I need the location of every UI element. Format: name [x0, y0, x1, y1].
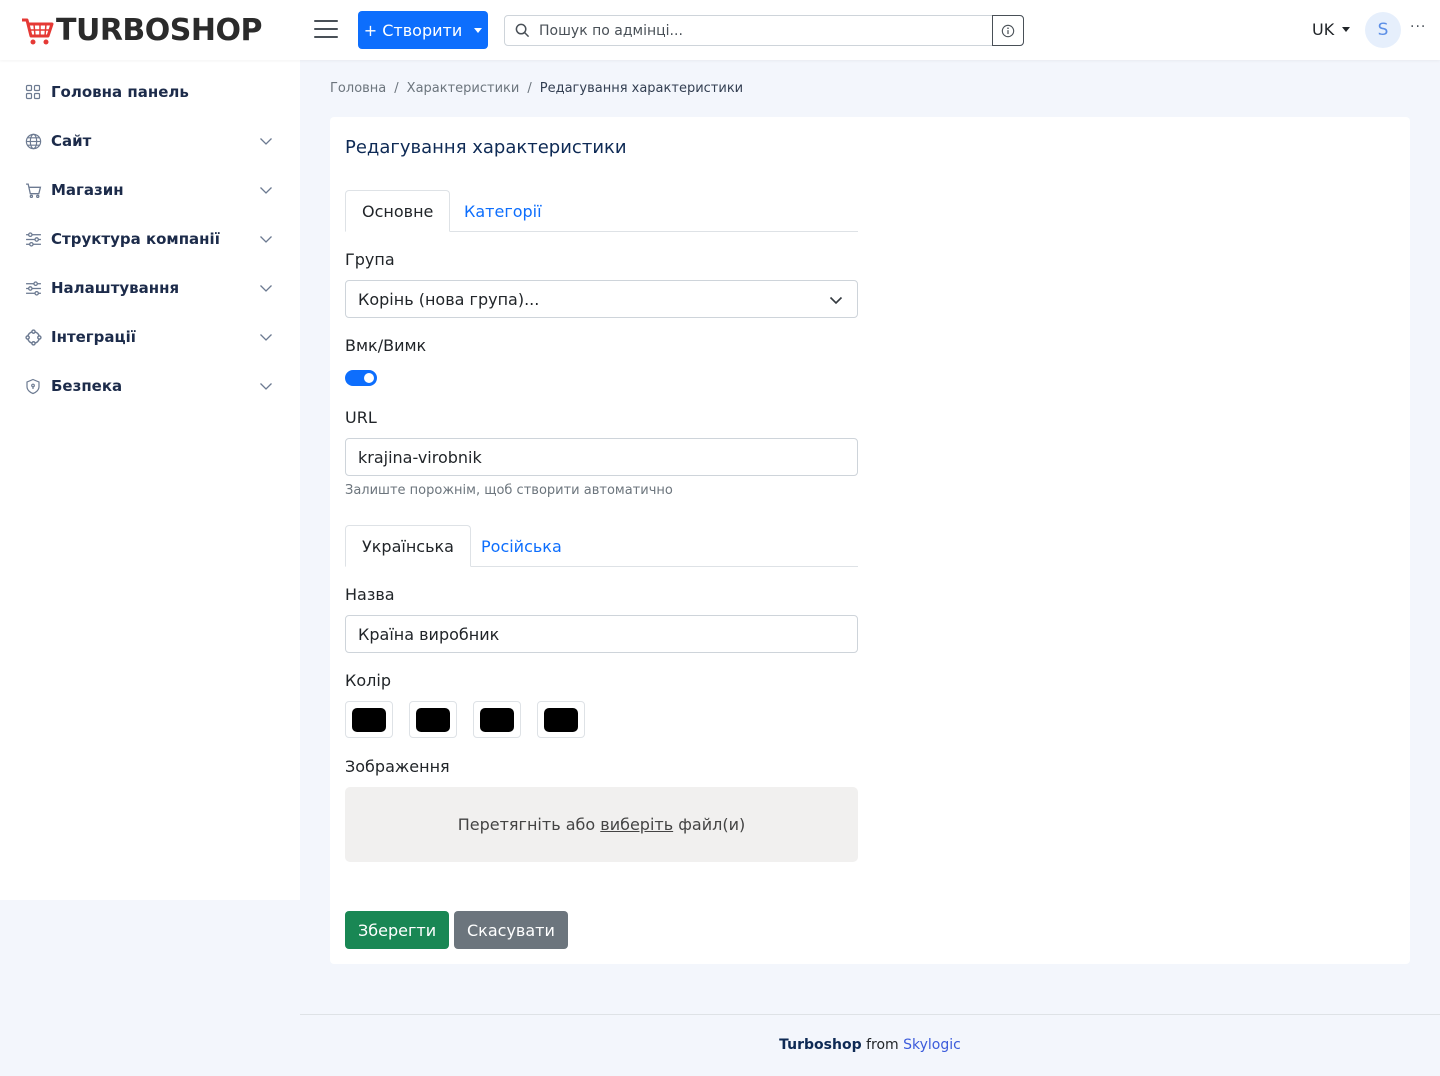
sidebar-item-settings[interactable]: Налаштування: [0, 268, 300, 308]
tab-categories[interactable]: Категорії: [448, 190, 558, 232]
url-label: URL: [345, 408, 377, 427]
sidebar-item-label: Магазин: [51, 181, 124, 199]
name-input-value: Країна виробник: [358, 624, 500, 644]
footer-divider: [300, 1014, 1440, 1015]
page-title: Редагування характеристики: [345, 137, 627, 158]
chevron-down-icon: [260, 236, 272, 243]
language-dropdown[interactable]: UK: [1312, 20, 1351, 39]
sidebar-item-dashboard[interactable]: Головна панель: [0, 72, 300, 112]
sidebar-item-label: Головна панель: [51, 83, 189, 101]
footer-from: from: [861, 1037, 904, 1053]
language-label: UK: [1312, 20, 1335, 39]
sidebar-item-site[interactable]: Сайт: [0, 121, 300, 161]
info-button[interactable]: [992, 15, 1024, 46]
create-button-label: + Створити: [363, 20, 463, 40]
chevron-down-icon: [260, 285, 272, 292]
breadcrumb-link-characteristics[interactable]: Характеристики: [407, 81, 520, 96]
sidebar: Головна панель Сайт Магазин Структура ко…: [0, 60, 300, 900]
cart-icon: [24, 181, 42, 199]
sidebar-item-integrations[interactable]: Інтеграції: [0, 317, 300, 357]
dropzone-browse-link[interactable]: виберіть: [600, 815, 673, 834]
search-box: [504, 15, 1024, 46]
chevron-down-icon: [260, 334, 272, 341]
tab-main[interactable]: Основне: [345, 190, 451, 232]
top-header: TURBOSHOP + Створити UK S ···: [0, 0, 1440, 60]
search-icon: [505, 16, 539, 45]
avatar[interactable]: S: [1365, 12, 1401, 48]
chevron-down-icon: [260, 187, 272, 194]
sliders-icon: [24, 279, 42, 297]
create-button[interactable]: + Створити: [358, 11, 488, 49]
caret-down-icon: [474, 27, 483, 33]
color-label: Колір: [345, 671, 391, 690]
cancel-button[interactable]: Скасувати: [454, 911, 568, 949]
search-input[interactable]: [539, 16, 992, 45]
info-icon: [1001, 24, 1015, 37]
group-select[interactable]: Корінь (нова група)...: [345, 280, 858, 318]
language-tabs: Українська Російська: [345, 525, 858, 567]
dropzone-text-after: файл(и): [678, 815, 746, 834]
sidebar-item-label: Структура компанії: [51, 230, 220, 248]
footer: Turboshop from Skylogic: [300, 1037, 1440, 1053]
more-icon[interactable]: ···: [1410, 19, 1426, 35]
group-label: Група: [345, 250, 395, 269]
tab-russian[interactable]: Російська: [465, 525, 578, 567]
logo-text: TURBOSHOP: [56, 13, 263, 48]
caret-down-icon: [1342, 27, 1351, 32]
breadcrumb-current: Редагування характеристики: [539, 81, 744, 96]
url-hint: Залиште порожнім, щоб створити автоматич…: [345, 483, 673, 498]
toggle-label: Вмк/Вимк: [345, 336, 427, 355]
url-input-value: krajina-virobnik: [358, 447, 482, 467]
sidebar-item-label: Інтеграції: [51, 328, 136, 346]
color-swatch: [416, 707, 450, 732]
chevron-down-icon: [829, 296, 843, 305]
sidebar-item-shop[interactable]: Магазин: [0, 170, 300, 210]
color-swatch: [352, 707, 386, 732]
globe-icon: [24, 132, 42, 150]
url-input[interactable]: krajina-virobnik: [345, 438, 858, 476]
integrations-icon: [24, 328, 42, 346]
color-swatch: [544, 707, 578, 732]
color-picker-4[interactable]: [537, 701, 585, 738]
breadcrumb-link-home[interactable]: Головна: [330, 81, 386, 96]
color-picker-2[interactable]: [409, 701, 457, 738]
cart-logo-icon: [22, 18, 54, 45]
color-swatch: [480, 707, 514, 732]
name-input[interactable]: Країна виробник: [345, 615, 858, 653]
name-label: Назва: [345, 585, 395, 604]
image-label: Зображення: [345, 757, 450, 776]
file-dropzone[interactable]: Перетягніть або виберіть файл(и): [345, 787, 858, 862]
shield-icon: [24, 377, 42, 395]
footer-company-link[interactable]: Skylogic: [903, 1037, 961, 1053]
save-button[interactable]: Зберегти: [345, 911, 450, 949]
edit-card: Редагування характеристики Основне Катег…: [330, 117, 1410, 964]
sidebar-item-company-structure[interactable]: Структура компанії: [0, 219, 300, 259]
logo[interactable]: TURBOSHOP: [20, 13, 263, 48]
group-select-value: Корінь (нова група)...: [358, 289, 540, 309]
breadcrumb-separator: /: [527, 81, 532, 96]
breadcrumb: Головна / Характеристики / Редагування х…: [330, 81, 743, 96]
color-picker-3[interactable]: [473, 701, 521, 738]
breadcrumb-separator: /: [394, 81, 399, 96]
tab-ukrainian[interactable]: Українська: [345, 525, 471, 567]
sidebar-item-security[interactable]: Безпека: [0, 366, 300, 406]
sidebar-item-label: Налаштування: [51, 279, 180, 297]
sidebar-item-label: Сайт: [51, 132, 92, 150]
enabled-toggle[interactable]: [345, 370, 377, 386]
sidebar-item-label: Безпека: [51, 377, 123, 395]
main-tabs: Основне Категорії: [345, 190, 858, 232]
chevron-down-icon: [260, 383, 272, 390]
dropzone-text-before: Перетягніть або: [457, 815, 596, 834]
sliders-icon: [24, 230, 42, 248]
menu-toggle-icon[interactable]: [314, 20, 338, 40]
grid-icon: [24, 83, 42, 101]
color-picker-1[interactable]: [345, 701, 393, 738]
chevron-down-icon: [260, 138, 272, 145]
footer-brand: Turboshop: [779, 1037, 862, 1053]
